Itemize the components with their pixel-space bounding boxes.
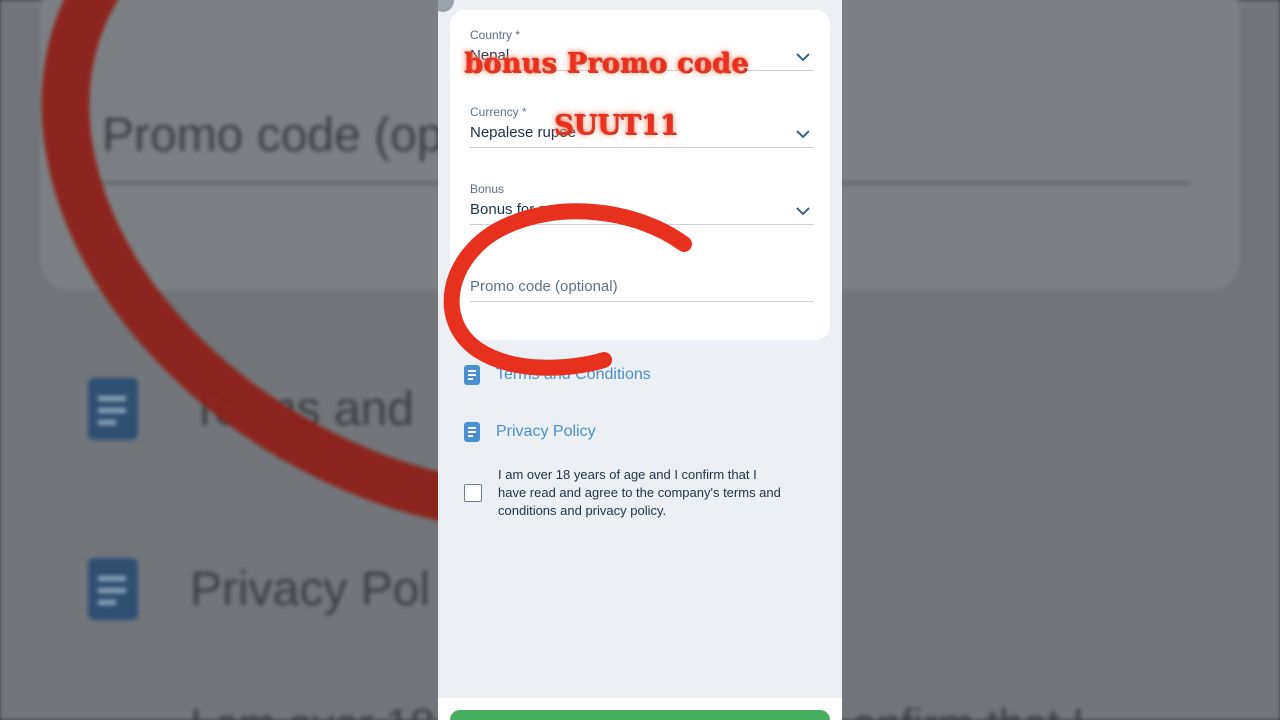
background-consent-fragment: onfirm that I bbox=[852, 700, 1084, 720]
background-consent-fragment: I am over 18 bbox=[190, 700, 435, 720]
checkbox-icon[interactable] bbox=[464, 484, 482, 502]
background-privacy-label: Privacy Pol bbox=[190, 563, 431, 616]
red-scribble bbox=[443, 203, 692, 376]
bonus-label: Bonus bbox=[470, 182, 505, 196]
corner-badge bbox=[438, 0, 454, 12]
overlay-title: bonus Promo code bbox=[464, 48, 749, 79]
register-button[interactable] bbox=[450, 710, 830, 720]
country-label: Country * bbox=[470, 28, 521, 42]
chevron-down-icon[interactable] bbox=[796, 52, 810, 62]
privacy-link[interactable]: Privacy Policy bbox=[464, 422, 596, 442]
background-document-icon bbox=[88, 558, 138, 620]
background-document-icon bbox=[88, 378, 138, 440]
consent-text: I am over 18 years of age and I confirm … bbox=[498, 467, 781, 518]
field-underline bbox=[470, 147, 814, 148]
chevron-down-icon[interactable] bbox=[796, 129, 810, 139]
overlay-promo-code: SUUT11 bbox=[554, 110, 679, 141]
age-consent: I am over 18 years of age and I confirm … bbox=[464, 466, 788, 520]
document-icon bbox=[464, 422, 480, 442]
privacy-link-label[interactable]: Privacy Policy bbox=[496, 423, 596, 441]
chevron-down-icon[interactable] bbox=[796, 206, 810, 216]
